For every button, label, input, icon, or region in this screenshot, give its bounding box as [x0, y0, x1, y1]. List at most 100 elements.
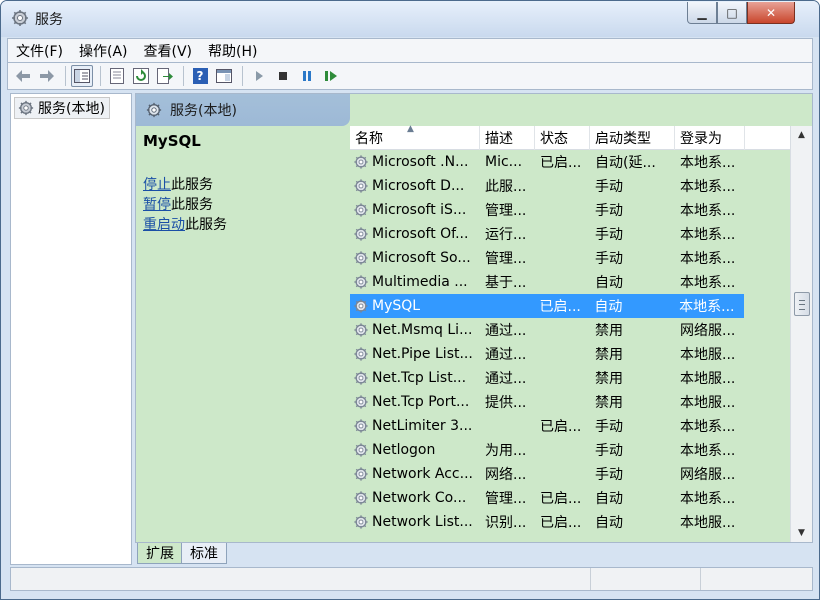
column-header-name[interactable]: 名称 ▲ [350, 124, 480, 150]
column-header-startup-type[interactable]: 启动类型 [590, 126, 675, 150]
service-gear-icon [353, 274, 372, 290]
service-description-cell: 基于... [480, 272, 535, 292]
table-row[interactable]: Microsoft D... 此服... 手动 本地系... [350, 174, 790, 198]
export-list-icon[interactable] [154, 65, 176, 87]
service-log-on-as-cell: 本地系... [675, 176, 745, 196]
pause-service-link[interactable]: 暂停 [143, 197, 171, 213]
cell-text: 通过... [485, 371, 527, 387]
title-bar[interactable]: 服务 ▁ □ ✕ [1, 1, 819, 37]
service-name-cell: Net.Pipe List... [350, 346, 480, 362]
table-row[interactable]: Network Co... 管理... 已启... 自动 本地系... [350, 486, 790, 510]
menu-file[interactable]: 文件(F) [8, 41, 71, 61]
service-description-cell: 提供... [480, 392, 535, 412]
properties-icon[interactable] [106, 65, 128, 87]
column-header-description[interactable]: 描述 [480, 126, 535, 150]
cell-text: 本地系... [680, 491, 736, 507]
status-pane [701, 568, 811, 590]
back-arrow-icon[interactable] [12, 65, 34, 87]
table-row[interactable]: Netlogon 为用... 手动 本地系... [350, 438, 790, 462]
services-pane: 服务(本地) MySQL 停止此服务 暂停此服务 重启动此服务 名称 ▲ 描述 … [135, 93, 813, 543]
refresh-icon[interactable] [130, 65, 152, 87]
service-description-cell: 管理... [480, 488, 535, 508]
service-log-on-as-cell: 本地服... [675, 368, 745, 388]
menu-view[interactable]: 查看(V) [136, 41, 201, 61]
console-tree-icon[interactable] [71, 65, 93, 87]
column-header-status[interactable]: 状态 [535, 126, 590, 150]
table-row[interactable]: NetLimiter 3... 已启... 手动 本地系... [350, 414, 790, 438]
close-button[interactable]: ✕ [747, 2, 795, 24]
table-row[interactable]: Microsoft Of... 运行... 手动 本地系... [350, 222, 790, 246]
service-gear-icon [353, 370, 372, 386]
show-hide-icon[interactable] [213, 65, 235, 87]
toolbar-separator [183, 66, 184, 86]
service-startup-type-cell: 手动 [590, 416, 675, 436]
scroll-up-arrow-icon[interactable]: ▲ [791, 126, 812, 144]
table-row[interactable]: Net.Msmq Li... 通过... 禁用 网络服... [350, 318, 790, 342]
service-gear-icon [353, 154, 372, 170]
service-startup-type-cell: 禁用 [590, 392, 675, 412]
pause-service-icon[interactable] [296, 65, 318, 87]
help-icon[interactable]: ? [189, 65, 211, 87]
cell-text: 本地服... [680, 515, 736, 531]
cell-text: Net.Tcp Port... [372, 394, 470, 410]
tab-extended[interactable]: 扩展 [137, 543, 183, 564]
cell-text: 本地系... [680, 203, 736, 219]
table-row[interactable]: Multimedia ... 基于... 自动 本地系... [350, 270, 790, 294]
column-header-log-on-as[interactable]: 登录为 [675, 126, 745, 150]
table-row[interactable]: Net.Tcp List... 通过... 禁用 本地服... [350, 366, 790, 390]
scroll-down-arrow-icon[interactable]: ▼ [791, 524, 812, 542]
forward-arrow-icon[interactable] [36, 65, 58, 87]
service-name-cell: Microsoft So... [350, 250, 480, 266]
cell-text: 本地服... [680, 347, 736, 363]
cell-text: 此服... [485, 179, 527, 195]
table-row[interactable]: Net.Tcp Port... 提供... 禁用 本地服... [350, 390, 790, 414]
service-gear-icon [353, 490, 372, 506]
service-startup-type-cell: 自动(延... [590, 152, 675, 172]
menu-help[interactable]: 帮助(H) [200, 41, 265, 61]
stop-service-link[interactable]: 停止 [143, 177, 171, 193]
maximize-button[interactable]: □ [717, 2, 747, 24]
service-name-cell: Microsoft .N... [350, 154, 480, 170]
toolbar-separator [242, 66, 243, 86]
tab-standard[interactable]: 标准 [181, 543, 227, 564]
service-log-on-as-cell: 本地系... [675, 200, 745, 220]
table-row[interactable]: MySQL 已启... 自动 本地系... [350, 294, 744, 318]
action-suffix: 此服务 [185, 217, 227, 233]
cell-text: 已启... [539, 299, 581, 315]
start-service-icon[interactable] [248, 65, 270, 87]
cell-text: MySQL [372, 298, 421, 314]
table-row[interactable]: Microsoft .N... Mic... 已启... 自动(延... 本地系... [350, 150, 790, 174]
service-startup-type-cell: 自动 [589, 296, 674, 316]
service-name-cell: Netlogon [350, 442, 480, 458]
scroll-thumb[interactable] [794, 292, 810, 316]
table-row[interactable]: Microsoft iS... 管理... 手动 本地系... [350, 198, 790, 222]
cell-text: 运行... [485, 227, 527, 243]
cell-text: 已启... [540, 515, 582, 531]
service-gear-icon [353, 466, 372, 482]
minimize-button[interactable]: ▁ [687, 2, 717, 24]
service-gear-icon [353, 394, 372, 410]
cell-text: 提供... [485, 395, 527, 411]
cell-text: 本地系... [680, 179, 736, 195]
vertical-scrollbar[interactable]: ▲ ▼ [790, 126, 812, 542]
table-row[interactable]: Microsoft So... 管理... 手动 本地系... [350, 246, 790, 270]
service-description-cell: 通过... [480, 368, 535, 388]
cell-text: 禁用 [595, 395, 623, 411]
service-log-on-as-cell: 本地系... [675, 440, 745, 460]
stop-service-icon[interactable] [272, 65, 294, 87]
menu-action[interactable]: 操作(A) [71, 41, 136, 61]
cell-text: 本地系... [680, 443, 736, 459]
table-row[interactable]: Network List... 识别... 已启... 自动 本地服... [350, 510, 790, 534]
cell-text: 禁用 [595, 347, 623, 363]
restart-service-icon[interactable] [320, 65, 342, 87]
service-gear-icon [353, 346, 372, 362]
table-row[interactable]: Network Acc... 网络... 手动 网络服... [350, 462, 790, 486]
console-tree: 服务(本地) [10, 93, 132, 565]
restart-service-link[interactable]: 重启动 [143, 217, 185, 233]
table-row[interactable]: Net.Pipe List... 通过... 禁用 本地服... [350, 342, 790, 366]
tree-item-label: 服务(本地) [38, 101, 105, 117]
tree-item-services-local[interactable]: 服务(本地) [14, 97, 110, 119]
service-log-on-as-cell: 本地系... [674, 296, 744, 316]
service-status-cell: 已启... [535, 488, 590, 508]
service-name-cell: Microsoft D... [350, 178, 480, 194]
